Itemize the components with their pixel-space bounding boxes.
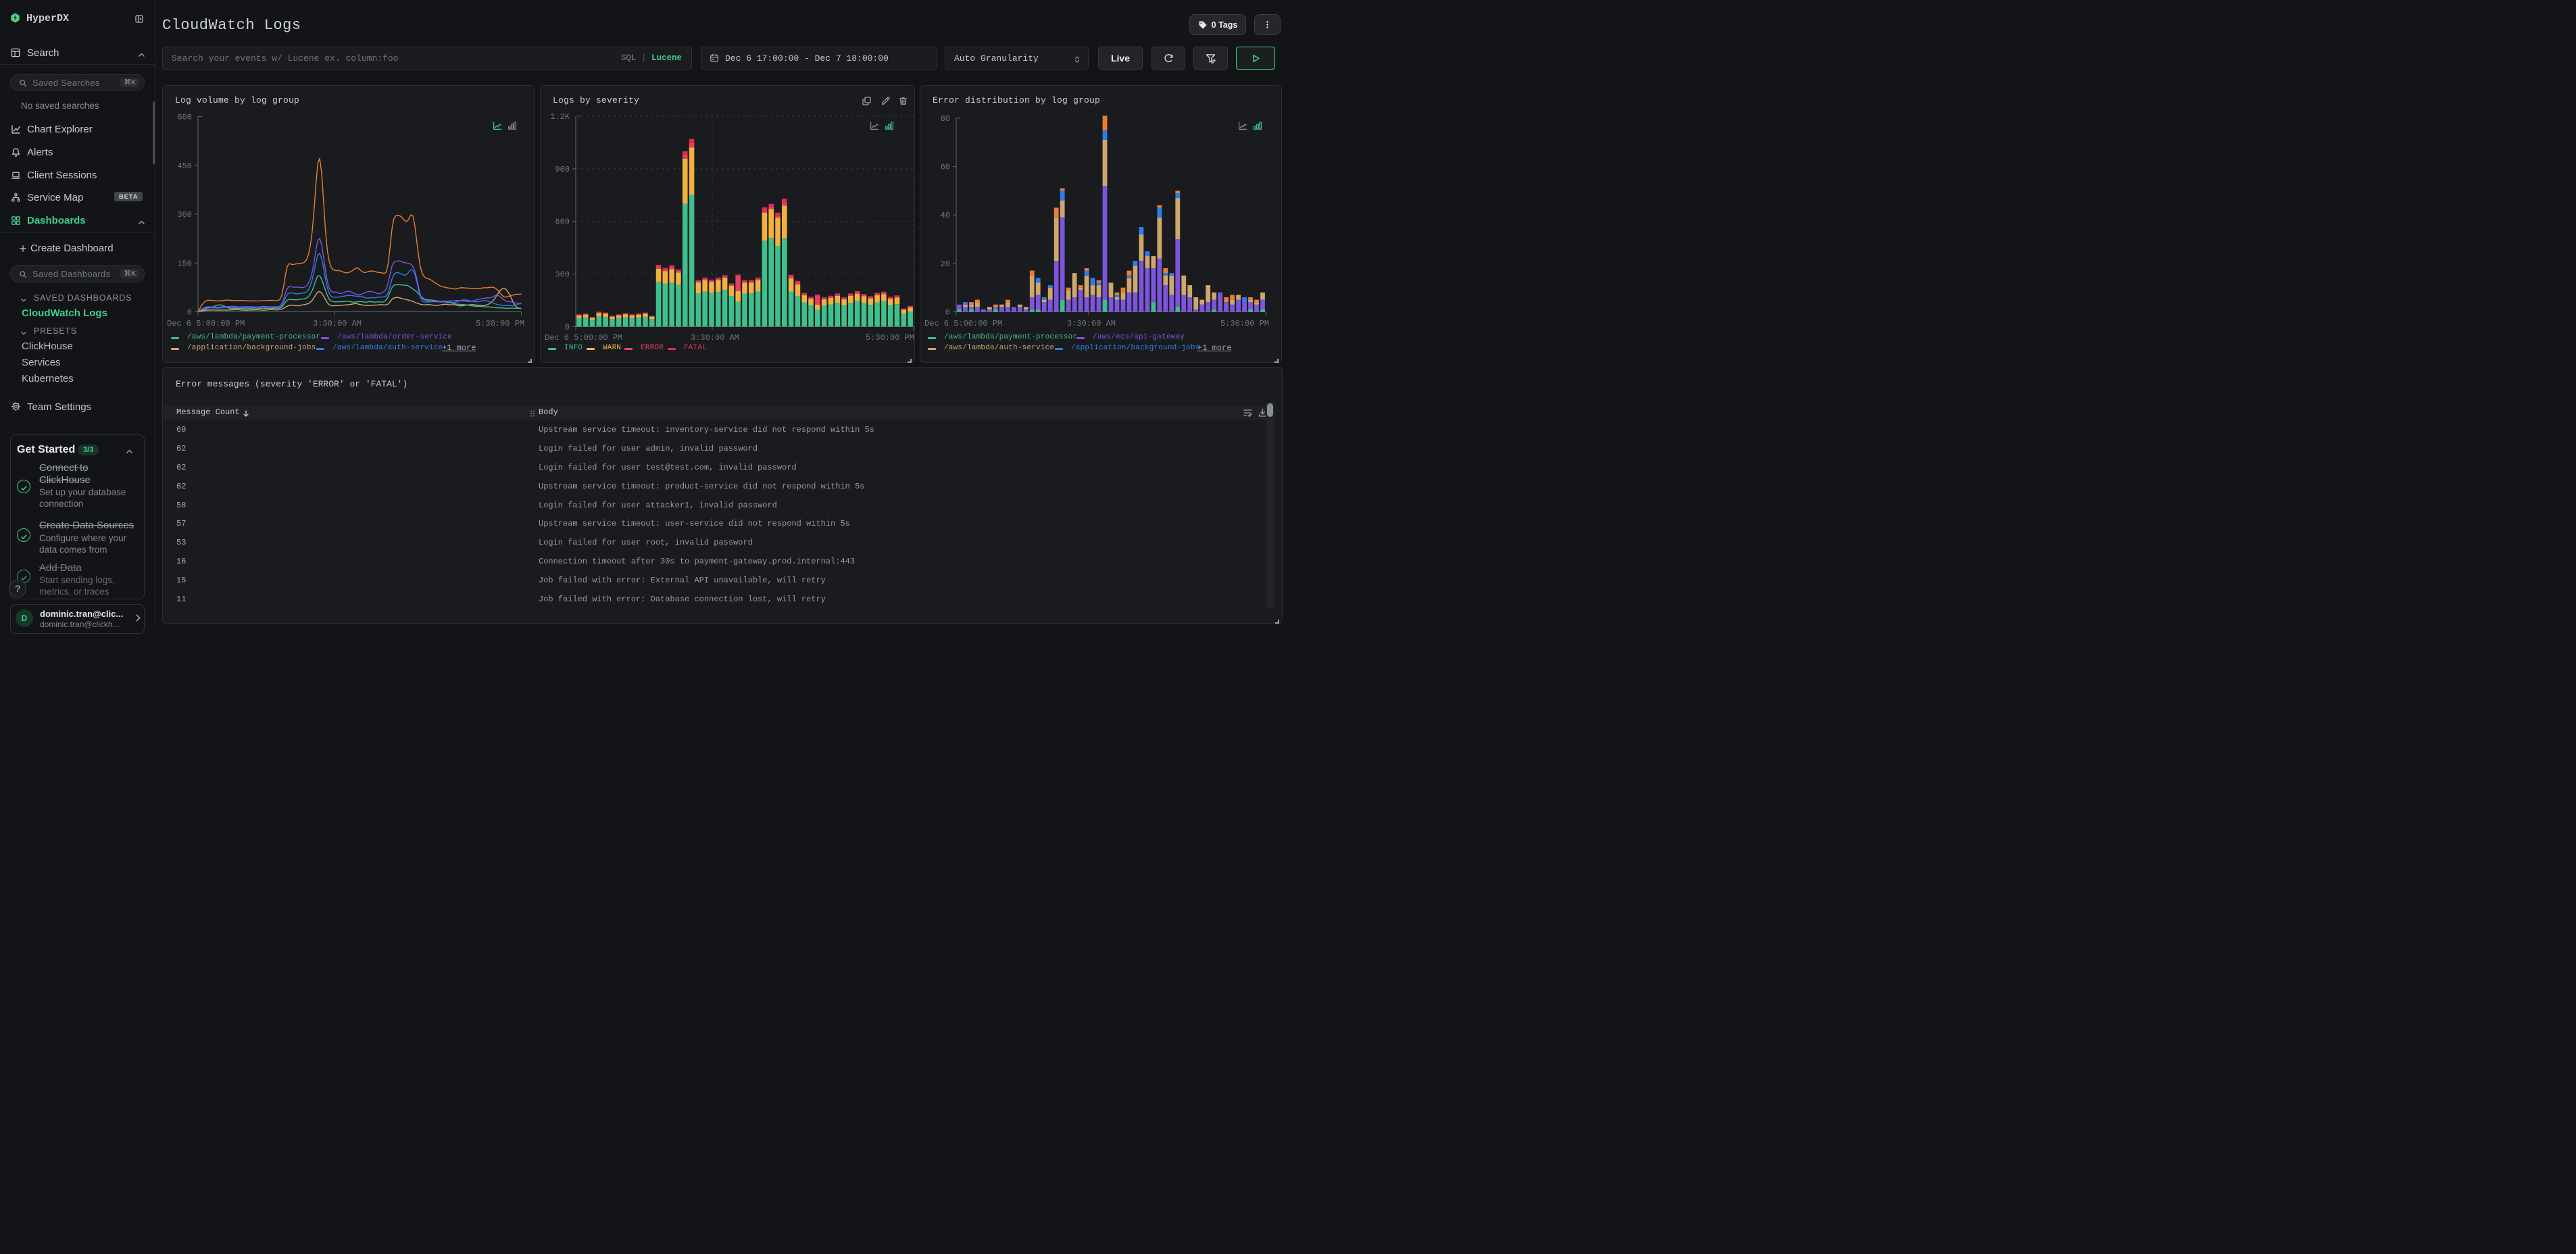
- svg-text:450: 450: [177, 161, 192, 171]
- svg-text:150: 150: [177, 259, 192, 268]
- svg-text:600: 600: [177, 113, 192, 122]
- svg-text:20: 20: [941, 259, 950, 269]
- svg-text:0: 0: [187, 308, 192, 318]
- svg-text:40: 40: [941, 211, 950, 220]
- svg-text:300: 300: [555, 270, 570, 280]
- svg-text:0: 0: [945, 308, 950, 318]
- svg-text:60: 60: [941, 162, 950, 172]
- svg-text:80: 80: [941, 114, 950, 124]
- svg-text:1.2K: 1.2K: [550, 112, 570, 122]
- svg-text:300: 300: [177, 210, 192, 220]
- svg-text:900: 900: [555, 165, 570, 174]
- svg-text:600: 600: [555, 218, 570, 227]
- svg-text:0: 0: [565, 322, 570, 332]
